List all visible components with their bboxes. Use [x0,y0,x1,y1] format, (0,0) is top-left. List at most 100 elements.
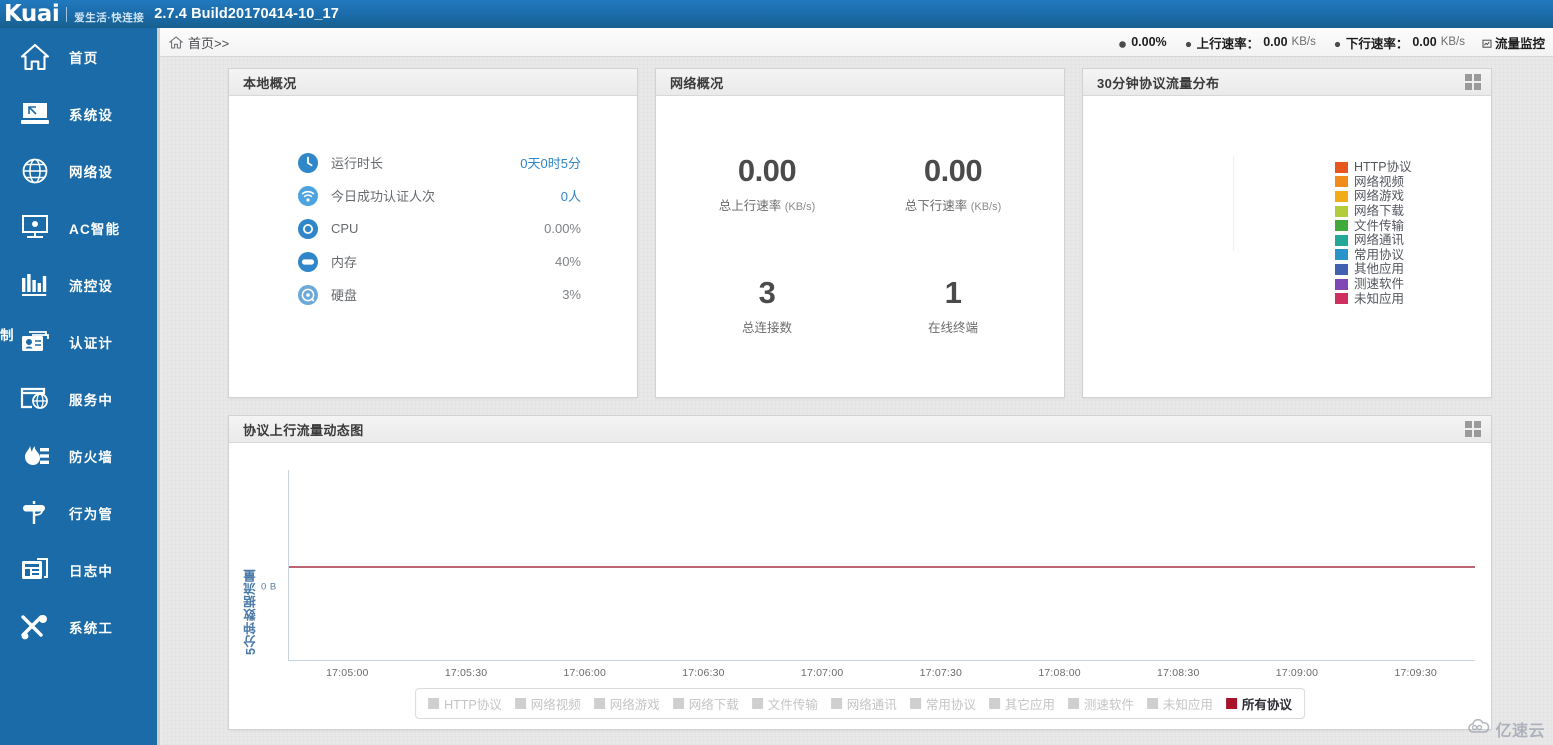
panel-network-overview: 网络概况 0.00 总上行速率 (KB/s) 0.00 总下行速率 (KB/s)… [655,68,1065,398]
chart-legend-item[interactable]: 未知应用 [1146,694,1213,713]
upload-dot-icon [1184,38,1193,47]
status-indicators: 0.00% 上行速率： 0.00 KB/s 下行速率： 0.00 KB/s 流量监控 [1118,33,1545,52]
sidebar-item-network-settings[interactable]: 网络设 [0,142,157,199]
chart-legend-item[interactable]: 网络游戏 [593,694,660,713]
panel-header: 网络概况 [656,69,1064,96]
sidebar-label: 流控设 [69,278,114,294]
list-item-value: 3% [562,287,581,302]
chart-legend-label: 所有协议 [1241,698,1292,712]
system-settings-icon [18,97,52,131]
cpu-icon [297,218,319,240]
app-root: Kuai 爱生活·快连接 2.7.4 Build20170414-10_17 首… [0,0,1553,745]
disk-icon [297,284,319,306]
chart-legend-item[interactable]: 测速软件 [1067,694,1134,713]
list-item-value: 0人 [560,189,581,204]
legend-swatch-icon [1335,249,1348,261]
stat-upload-speed: 0.00 总上行速率 (KB/s) [674,124,860,246]
pie-legend-label: 未知应用 [1354,291,1405,306]
series-line-all-protocols [289,565,1475,568]
list-item-label: CPU [331,221,359,236]
panel-title: 本地概况 [243,75,297,91]
list-item: 运行时长 0天0时5分 [229,146,637,179]
list-item-label: 硬盘 [331,288,358,303]
behavior-control-icon [18,496,52,530]
pie-legend-item[interactable]: 网络下载 [1335,204,1412,219]
sidebar-label: 系统设 [69,107,114,123]
pie-legend-item[interactable]: 网络游戏 [1335,189,1412,204]
list-item-label: 内存 [331,255,358,270]
stat-label: 总上行速率 (KB/s) [718,199,816,214]
build-version-label: 2.7.4 Build20170414-10_17 [154,6,339,22]
sidebar-label: 日志中 [69,563,114,579]
memory-icon [297,251,319,273]
x-axis-tick: 17:07:00 [800,667,844,679]
chart-legend-item[interactable]: HTTP协议 [428,694,502,713]
sidebar-item-auth-billing[interactable]: 认证计 [0,313,157,370]
status-upload-label: 上行速率： [1196,36,1260,51]
chart-legend-label: 网络视频 [530,698,581,712]
x-axis-tick: 17:09:30 [1394,667,1437,679]
sidebar-label: 首页 [69,50,99,66]
chart-legend-label: 常用协议 [925,698,976,712]
sidebar-label: 系统工 [69,620,114,636]
sidebar-item-system-settings[interactable]: 系统设 [0,85,157,142]
chart-legend-item[interactable]: 网络视频 [514,694,581,713]
pie-chart-area: HTTP协议 网络视频 网络游戏 网络下载 文件传输 网络通讯 常用协议 其他应用 测速软件 未知… [1083,96,1491,397]
legend-swatch-icon [1146,698,1158,709]
sidebar-item-home[interactable]: 首页 [0,28,157,85]
chart-legend-item[interactable]: 网络通讯 [830,694,897,713]
panel-local-overview: 本地概况 运行时长 0天0时5分 今日成功认证人次 0人 CPU 0.00% 内… [228,68,638,398]
pie-legend-item[interactable]: 未知应用 [1335,291,1412,306]
pie-legend-item[interactable]: 文件传输 [1335,218,1412,233]
pie-legend-item[interactable]: 网络通讯 [1335,233,1412,248]
breadcrumb-bar: 首页>> 0.00% 上行速率： 0.00 KB/s 下行速率： 0.00 KB/s [160,28,1553,57]
x-axis-tick: 17:06:00 [563,667,606,679]
pie-legend-item[interactable]: HTTP协议 [1335,160,1412,175]
pie-legend-item[interactable]: 常用协议 [1335,248,1412,263]
chart-legend-item[interactable]: 其它应用 [988,694,1055,713]
sidebar-item-system-tools[interactable]: 系统工 [0,598,157,655]
grid-icon[interactable] [1465,74,1481,90]
sidebar-label: 防火墙 [69,449,114,465]
stat-total-connections: 3 总连接数 [674,246,860,368]
logo-divider [66,6,68,22]
legend-swatch-icon [672,698,684,709]
sidebar-item-log-center[interactable]: 日志中 [0,541,157,598]
list-item-value: 0.00% [544,221,581,236]
pie-legend-item[interactable]: 其他应用 [1335,262,1412,277]
server-globe-icon [18,382,52,416]
brand-logo[interactable]: Kuai 爱生活·快连接 [0,1,144,27]
legend-swatch-icon [1335,176,1348,188]
sidebar-item-flow-control[interactable]: 流控设 [0,256,157,313]
grid-icon[interactable] [1465,421,1481,437]
stat-value: 3 [758,274,776,310]
sidebar-item-ac-smart[interactable]: AC智能 [0,199,157,256]
chart-legend-label: HTTP协议 [444,698,502,712]
status-download-value: 0.00 [1412,35,1437,49]
legend-swatch-icon [1225,698,1237,709]
sidebar-label: 网络设 [69,164,114,180]
monitor-icon [1482,38,1492,48]
traffic-monitor-link[interactable]: 流量监控 [1482,33,1545,52]
chart-legend-item[interactable]: 常用协议 [909,694,976,713]
id-card-icon [18,325,52,359]
chart-legend-item[interactable]: 网络下载 [672,694,739,713]
chart-legend-item[interactable]: 文件传输 [751,694,818,713]
sidebar-item-service-center[interactable]: 服务中 [0,370,157,427]
sidebar-item-firewall[interactable]: 防火墙 [0,427,157,484]
status-cpu: 0.00% [1118,35,1167,49]
legend-swatch-icon [1335,293,1348,305]
traffic-monitor-label: 流量监控 [1494,36,1545,51]
chart-legend-item[interactable]: 所有协议 [1225,694,1292,713]
x-axis-tick: 17:06:30 [682,667,725,679]
legend-swatch-icon [1335,205,1348,217]
chart-legend-label: 未知应用 [1162,698,1213,712]
x-axis-tick: 17:05:00 [326,667,369,679]
legend-swatch-icon [1335,278,1348,290]
pie-legend-item[interactable]: 测速软件 [1335,277,1412,292]
tools-wrench-icon [18,610,52,644]
breadcrumb[interactable]: 首页>> [168,33,229,52]
sidebar-item-behavior-mgmt[interactable]: 行为管 [0,484,157,541]
pie-legend-item[interactable]: 网络视频 [1335,175,1412,190]
list-item: 硬盘 3% [229,278,637,311]
